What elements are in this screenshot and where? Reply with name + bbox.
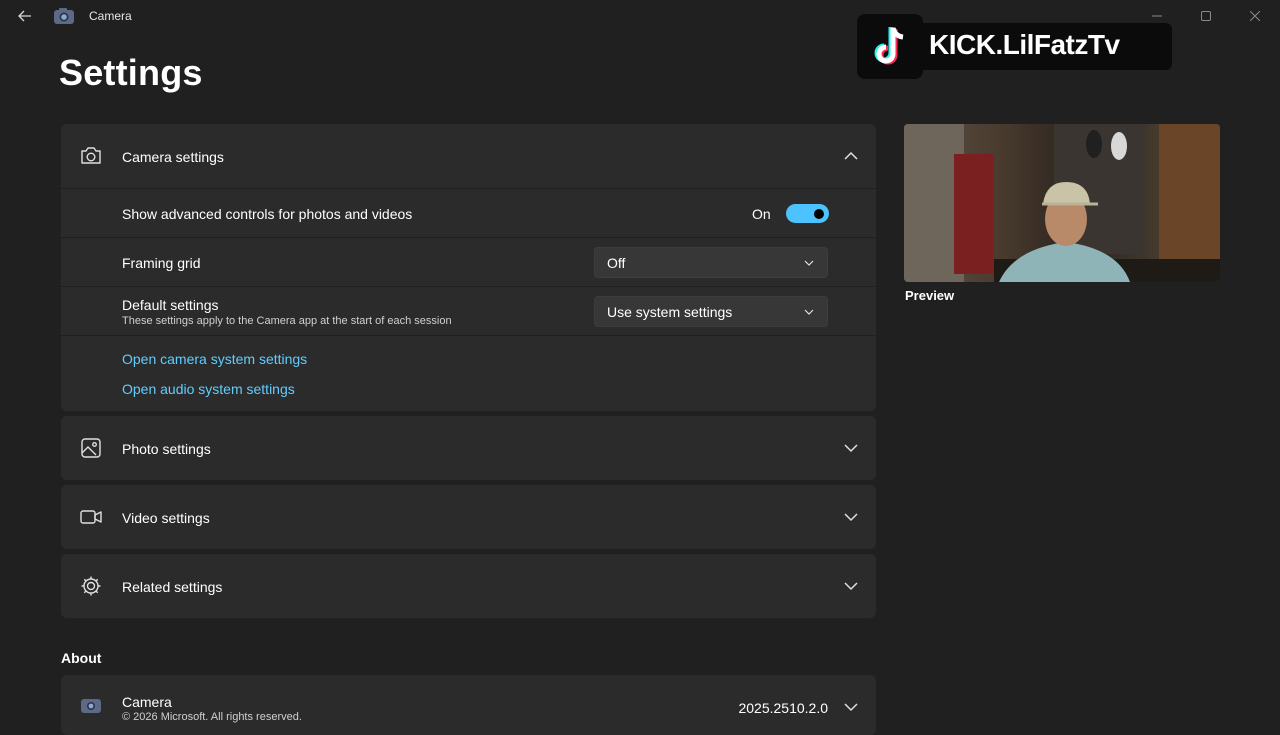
overlay-text: KICK.LilFatzTv: [929, 29, 1120, 60]
about-copyright: © 2026 Microsoft. All rights reserved.: [122, 711, 302, 723]
video-settings-label: Video settings: [122, 510, 210, 526]
overlay-text-box: KICK.LilFatzTv: [917, 23, 1172, 70]
links-row: Open camera system settings Open audio s…: [61, 335, 876, 411]
camera-settings-card: Camera settings Show advanced controls f…: [61, 124, 876, 411]
stream-overlay: KICK.LilFatzTv: [857, 14, 1172, 79]
toggle-knob: [814, 209, 824, 219]
camera-preview: [904, 124, 1220, 282]
video-icon: [80, 510, 102, 524]
back-button[interactable]: [14, 6, 36, 26]
preview-image: [904, 124, 1220, 282]
about-version: 2025.2510.2.0: [738, 700, 828, 716]
back-arrow-icon: [18, 10, 31, 22]
page-title: Settings: [59, 52, 203, 93]
related-settings-card[interactable]: Related settings: [61, 554, 876, 618]
chevron-down-icon: [804, 260, 814, 266]
chevron-down-icon: [804, 309, 814, 315]
default-settings-dropdown[interactable]: Use system settings: [594, 296, 828, 327]
framing-grid-value: Off: [607, 255, 626, 271]
chevron-down-icon: [844, 582, 858, 591]
related-settings-label: Related settings: [122, 579, 223, 595]
photo-settings-label: Photo settings: [122, 441, 211, 457]
image-icon: [81, 438, 101, 458]
open-camera-system-settings-link[interactable]: Open camera system settings: [122, 351, 307, 367]
close-icon: [1250, 11, 1260, 21]
chevron-down-icon: [844, 444, 858, 453]
about-app-name: Camera: [122, 694, 172, 710]
camera-icon: [81, 147, 101, 164]
framing-grid-dropdown[interactable]: Off: [594, 247, 828, 278]
advanced-controls-toggle[interactable]: [786, 204, 829, 223]
framing-grid-label: Framing grid: [122, 255, 201, 271]
maximize-button[interactable]: [1195, 6, 1217, 26]
photo-settings-card[interactable]: Photo settings: [61, 416, 876, 480]
default-settings-value: Use system settings: [607, 304, 733, 320]
default-settings-description: These settings apply to the Camera app a…: [122, 315, 452, 327]
app-title: Camera: [89, 9, 132, 23]
framing-grid-row: Framing grid Off: [61, 237, 876, 286]
about-card[interactable]: Camera © 2026 Microsoft. All rights rese…: [61, 675, 876, 735]
default-settings-row: Default settings These settings apply to…: [61, 286, 876, 335]
camera-app-icon: [54, 8, 74, 24]
advanced-controls-row: Show advanced controls for photos and vi…: [61, 188, 876, 237]
default-settings-label: Default settings: [122, 297, 219, 313]
chevron-up-icon: [844, 151, 858, 160]
chevron-down-icon: [844, 703, 858, 712]
close-button[interactable]: [1244, 6, 1266, 26]
gear-icon: [81, 576, 101, 596]
chevron-down-icon: [844, 513, 858, 522]
camera-app-icon: [81, 699, 101, 713]
preview-label: Preview: [905, 288, 955, 303]
camera-settings-header[interactable]: Camera settings: [61, 124, 876, 188]
camera-settings-label: Camera settings: [122, 149, 224, 165]
maximize-icon: [1201, 11, 1211, 21]
about-heading: About: [61, 650, 102, 666]
video-settings-card[interactable]: Video settings: [61, 485, 876, 549]
tiktok-logo-icon: [857, 14, 923, 79]
open-audio-system-settings-link[interactable]: Open audio system settings: [122, 381, 295, 397]
advanced-controls-state: On: [752, 206, 771, 222]
advanced-controls-label: Show advanced controls for photos and vi…: [122, 206, 413, 222]
